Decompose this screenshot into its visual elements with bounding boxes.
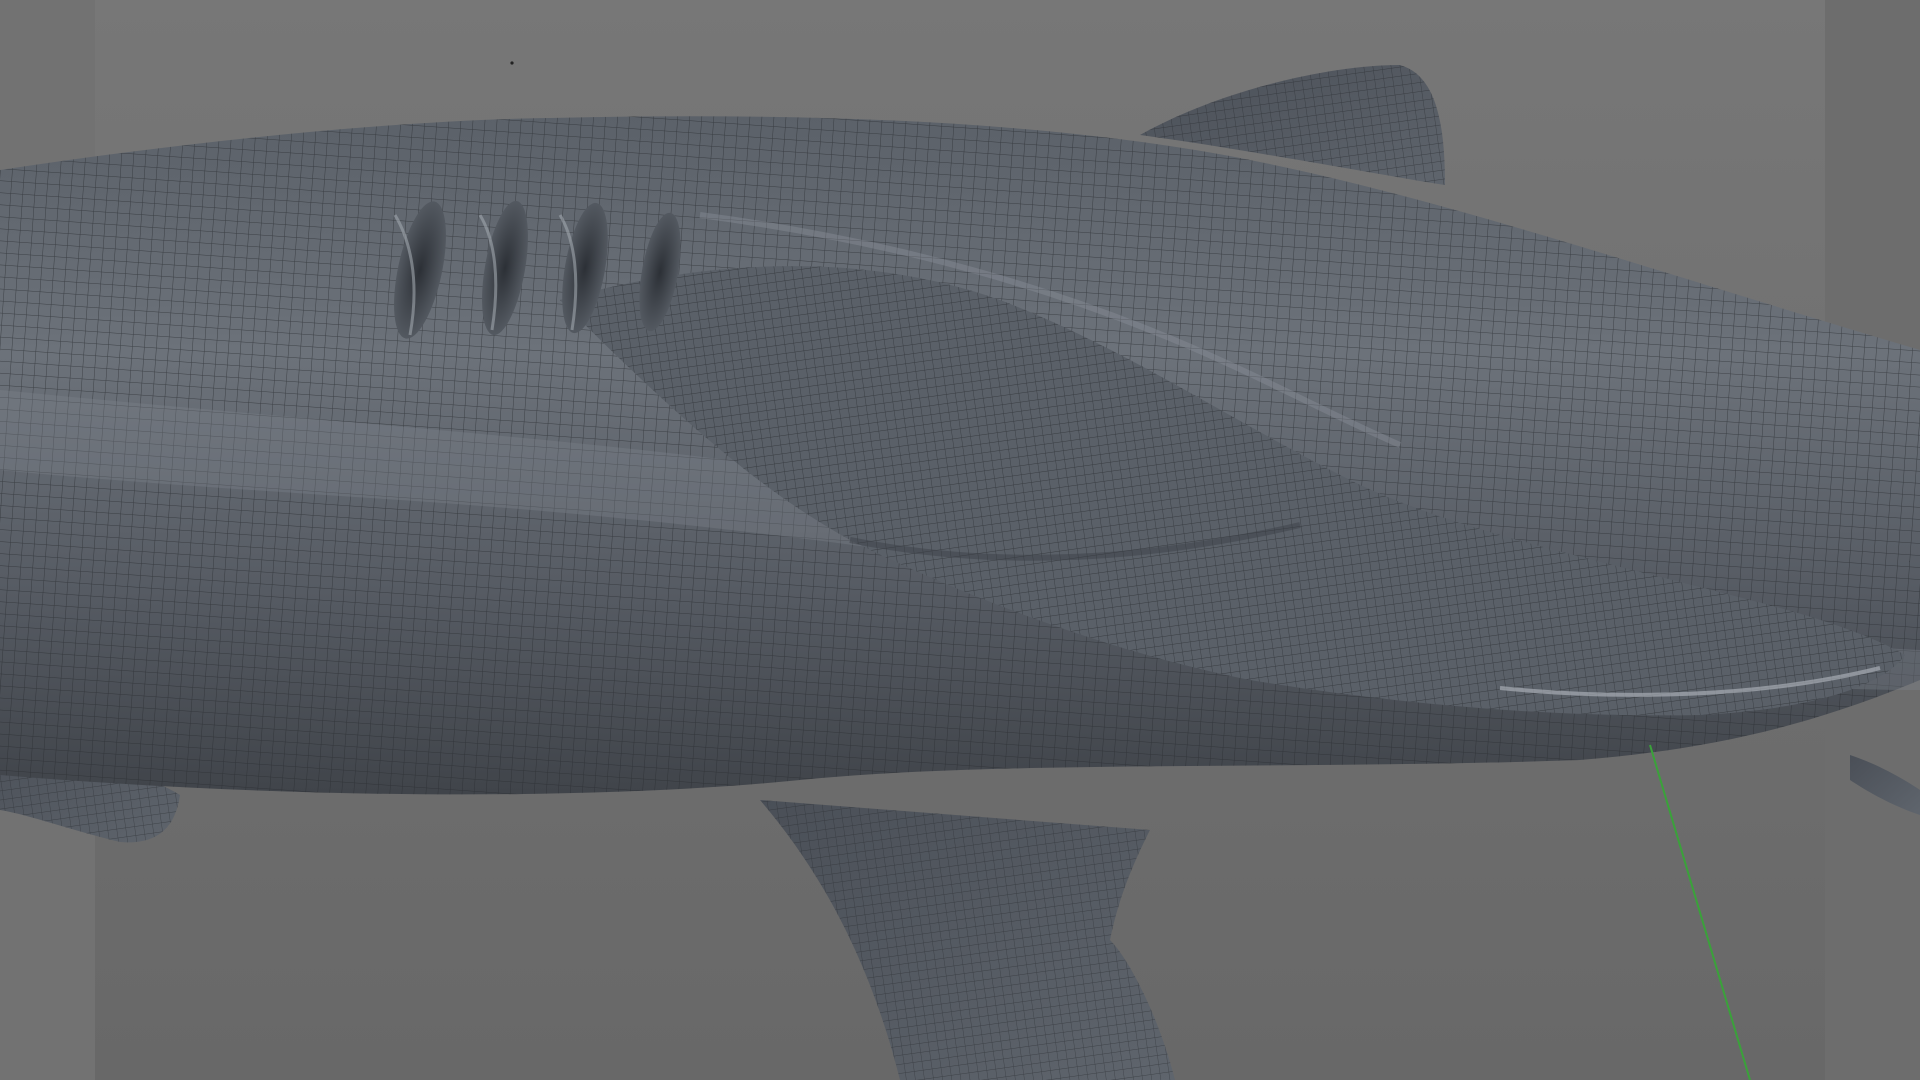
3d-viewport[interactable] bbox=[0, 0, 1920, 1080]
y-axis-line bbox=[1649, 744, 1751, 1080]
viewport-canvas[interactable] bbox=[0, 0, 1920, 1080]
pelvic-fin[interactable] bbox=[760, 800, 1175, 1080]
scene-point bbox=[510, 61, 514, 65]
